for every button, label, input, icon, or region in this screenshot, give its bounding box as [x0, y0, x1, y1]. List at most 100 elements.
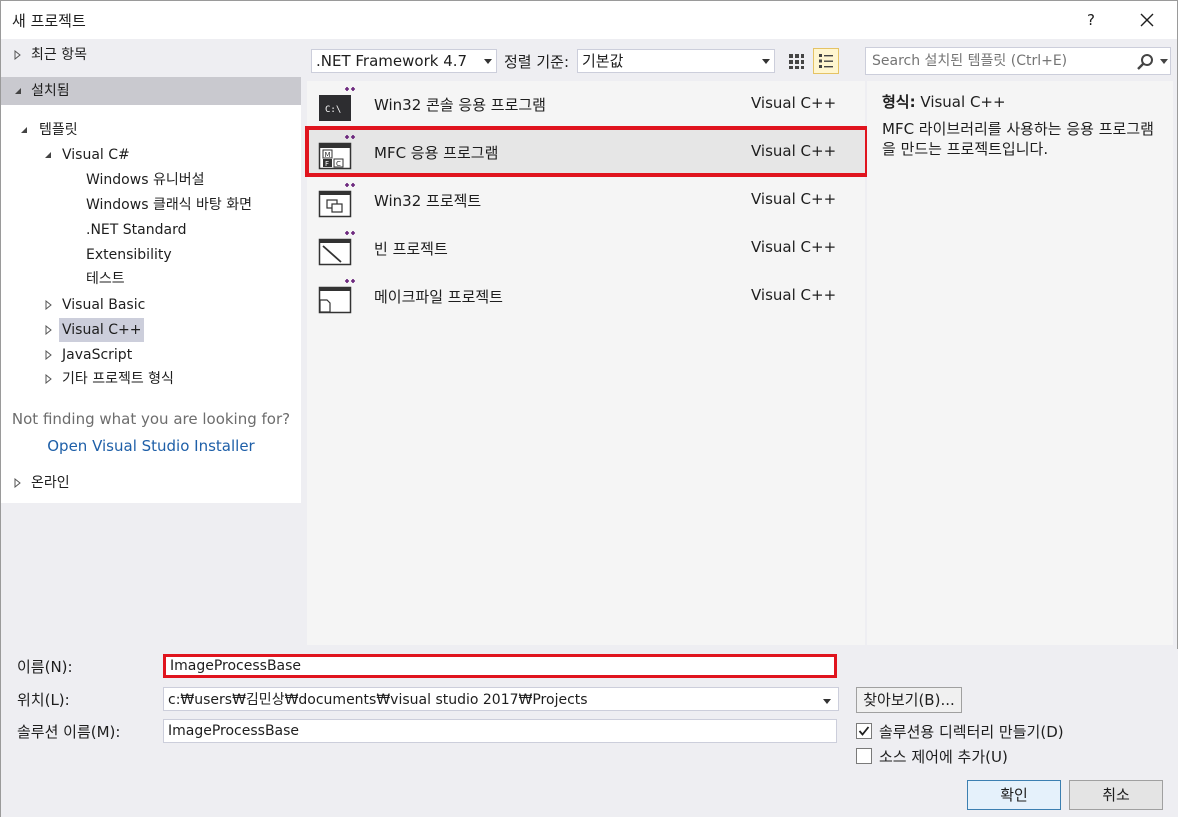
- sort-label: 정렬 기준:: [504, 53, 570, 71]
- tree-item-installed[interactable]: 설치됨: [1, 77, 301, 105]
- template-list: C:\ Win32 콘솔 응용 프로그램 Visual C++ M F C MF…: [307, 81, 865, 645]
- template-item-mfc-app[interactable]: M F C MFC 응용 프로그램 Visual C++: [307, 129, 865, 177]
- template-language: Visual C++: [751, 190, 837, 208]
- svg-text:C:\: C:\: [325, 105, 341, 115]
- tree-label: 온라인: [31, 475, 70, 491]
- tree-label: JavaScript: [62, 347, 133, 363]
- dialog-title: 새 프로젝트: [12, 12, 86, 30]
- open-installer-link[interactable]: Open Visual Studio Installer: [1, 437, 301, 455]
- template-item-empty-project[interactable]: 빈 프로젝트 Visual C++: [307, 225, 865, 273]
- name-label: 이름(N):: [17, 658, 73, 676]
- search-icon: [1137, 54, 1153, 70]
- ok-button[interactable]: 확인: [967, 780, 1061, 810]
- tree-item-templates[interactable]: 템플릿: [1, 118, 301, 142]
- expand-arrow-icon: [45, 318, 55, 342]
- close-button[interactable]: [1132, 7, 1162, 33]
- grid-view-button[interactable]: [783, 48, 809, 74]
- tree-label: Windows 클래식 바탕 화면: [86, 197, 253, 213]
- template-item-win32-console[interactable]: C:\ Win32 콘솔 응용 프로그램 Visual C++: [307, 81, 865, 129]
- browse-button[interactable]: 찾아보기(B)...: [856, 687, 962, 713]
- tree-label: Visual Basic: [62, 297, 146, 313]
- solution-name-label: 솔루션 이름(M):: [17, 723, 121, 741]
- tree-item-online[interactable]: 온라인: [1, 471, 301, 495]
- grid-view-icon: [789, 54, 804, 69]
- tree-label: 기타 프로젝트 형식: [62, 371, 174, 387]
- tree-item-windows-universal[interactable]: Windows 유니버설: [83, 168, 207, 192]
- template-language: Visual C++: [751, 286, 837, 304]
- type-label: 형식:: [882, 93, 916, 111]
- sort-select[interactable]: 기본값: [577, 49, 775, 73]
- makefile-project-icon: [318, 279, 355, 314]
- description-type: 형식: Visual C++: [882, 91, 1006, 112]
- template-name: 메이크파일 프로젝트: [374, 288, 503, 306]
- category-tree: 최근 항목 설치됨 템플릿 Visual C# Windows 유니버설 Win…: [1, 39, 301, 645]
- tree-label: Windows 유니버설: [86, 172, 205, 188]
- svg-text:M: M: [325, 151, 331, 159]
- template-name: Win32 콘솔 응용 프로그램: [374, 96, 546, 114]
- console-app-icon: C:\: [319, 87, 355, 121]
- expand-arrow-icon: [14, 471, 24, 495]
- template-name: MFC 응용 프로그램: [374, 144, 499, 162]
- checkbox-label: 솔루션용 디렉터리 만들기(D): [879, 723, 1064, 741]
- tree-label: Extensibility: [86, 247, 172, 263]
- tree-item-visual-cpp[interactable]: Visual C++: [1, 318, 301, 342]
- list-view-button[interactable]: [813, 48, 839, 74]
- expand-arrow-icon: [45, 293, 55, 317]
- tree-label: 템플릿: [39, 122, 78, 138]
- tree-item-visual-csharp[interactable]: Visual C#: [1, 143, 301, 167]
- framework-select[interactable]: .NET Framework 4.7: [311, 49, 497, 73]
- template-language: Visual C++: [751, 142, 837, 160]
- title-bar: 새 프로젝트 ?: [1, 1, 1177, 39]
- tree-item-net-standard[interactable]: .NET Standard: [83, 218, 189, 242]
- source-control-checkbox[interactable]: 소스 제어에 추가(U): [856, 745, 1056, 767]
- tree-label: 테스트: [86, 271, 125, 287]
- chevron-down-icon[interactable]: [1160, 59, 1168, 64]
- tree-item-windows-classic-desktop[interactable]: Windows 클래식 바탕 화면: [83, 193, 255, 217]
- close-icon: [1140, 13, 1154, 27]
- tree-label: Visual C++: [59, 318, 145, 342]
- empty-project-icon: [318, 231, 355, 266]
- template-item-win32-project[interactable]: Win32 프로젝트 Visual C++: [307, 177, 865, 225]
- tree-item-test[interactable]: 테스트: [83, 267, 128, 291]
- tree-item-visual-basic[interactable]: Visual Basic: [1, 293, 301, 317]
- svg-text:F: F: [325, 160, 329, 168]
- chevron-down-icon: [484, 59, 492, 64]
- tree-item-recent[interactable]: 최근 항목: [1, 43, 301, 67]
- checkmark-icon: [858, 726, 870, 736]
- template-description: 형식: Visual C++ MFC 라이브러리를 사용하는 응용 프로그램을 …: [867, 81, 1173, 645]
- solution-name-input[interactable]: [163, 719, 837, 743]
- tree-label: .NET Standard: [86, 222, 187, 238]
- create-directory-checkbox[interactable]: 솔루션용 디렉터리 만들기(D): [856, 720, 1136, 742]
- new-project-dialog: 새 프로젝트 ? 최근 항목 설치됨 템플릿 Visual C# Windows…: [0, 0, 1178, 817]
- expand-arrow-icon: [45, 343, 55, 367]
- template-name: 빈 프로젝트: [374, 240, 448, 258]
- chevron-down-icon[interactable]: [823, 699, 831, 704]
- tree-item-extensibility[interactable]: Extensibility: [83, 243, 175, 267]
- collapse-arrow-icon: [13, 79, 23, 103]
- template-language: Visual C++: [751, 238, 837, 256]
- cancel-button[interactable]: 취소: [1069, 780, 1163, 810]
- collapse-arrow-icon: [19, 118, 29, 142]
- checkbox-box[interactable]: [856, 723, 872, 739]
- tree-item-other-project-types[interactable]: 기타 프로젝트 형식: [1, 367, 301, 391]
- framework-value: .NET Framework 4.7: [316, 52, 468, 70]
- template-name: Win32 프로젝트: [374, 192, 482, 210]
- tree-label: Visual C#: [62, 147, 130, 163]
- tree-label: 설치됨: [31, 83, 70, 99]
- help-button[interactable]: ?: [1079, 7, 1103, 33]
- template-search[interactable]: [865, 47, 1171, 75]
- location-label: 위치(L):: [17, 691, 70, 709]
- template-language: Visual C++: [751, 94, 837, 112]
- list-view-icon: [819, 54, 833, 68]
- template-toolbar: .NET Framework 4.7 정렬 기준: 기본값: [307, 45, 1173, 77]
- win32-project-icon: [318, 183, 355, 218]
- tree-item-javascript[interactable]: JavaScript: [1, 343, 301, 367]
- search-input[interactable]: [872, 53, 1132, 69]
- project-name-input[interactable]: [163, 654, 837, 678]
- collapse-arrow-icon: [43, 143, 53, 167]
- checkbox-box[interactable]: [856, 748, 872, 764]
- type-value: Visual C++: [920, 93, 1006, 111]
- checkbox-label: 소스 제어에 추가(U): [879, 748, 1008, 766]
- template-item-makefile-project[interactable]: 메이크파일 프로젝트 Visual C++: [307, 273, 865, 321]
- location-input[interactable]: [163, 687, 839, 711]
